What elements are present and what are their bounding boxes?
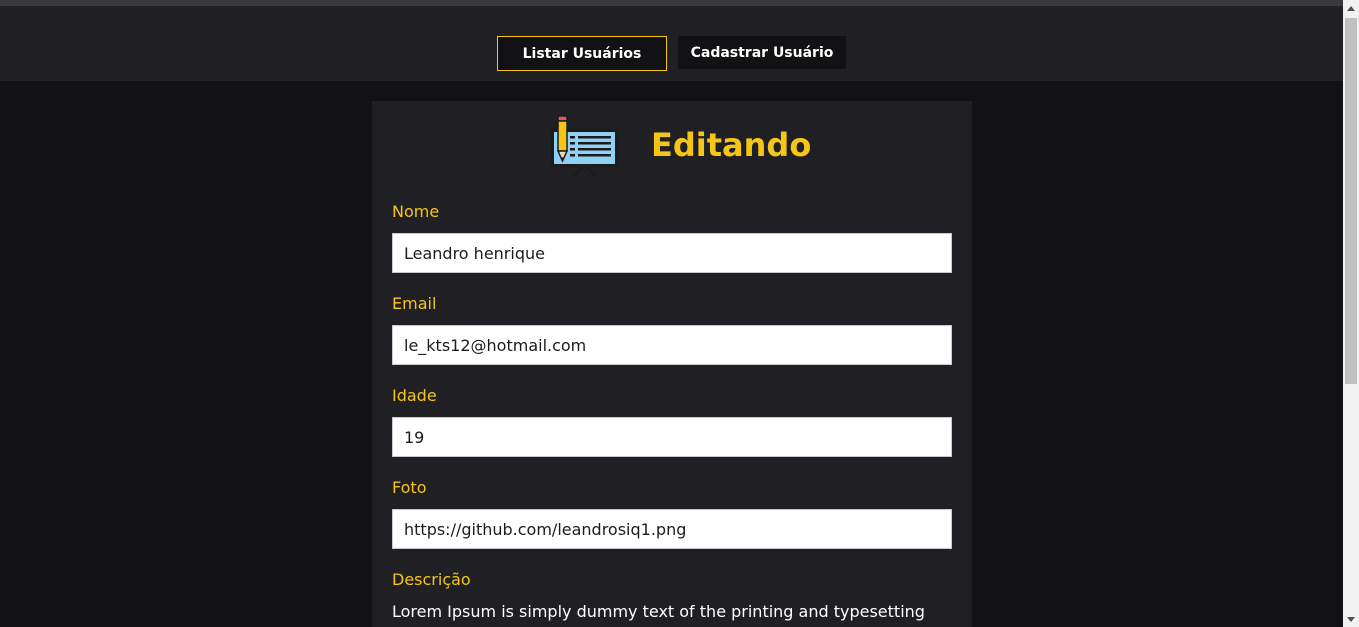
age-label: Idade xyxy=(392,386,437,405)
create-user-button[interactable]: Cadastrar Usuário xyxy=(678,36,846,69)
email-input[interactable] xyxy=(392,325,952,365)
top-navigation: Listar Usuários Cadastrar Usuário xyxy=(0,6,1343,81)
edit-document-icon xyxy=(551,115,618,177)
description-field[interactable]: Lorem Ipsum is simply dummy text of the … xyxy=(392,601,952,623)
form-heading: Editando xyxy=(372,111,972,183)
photo-label: Foto xyxy=(392,478,427,497)
vertical-scrollbar[interactable] xyxy=(1343,0,1359,627)
description-label: Descrição xyxy=(392,570,471,589)
photo-input[interactable] xyxy=(392,509,952,549)
name-label: Nome xyxy=(392,202,440,221)
scroll-down-arrow-icon[interactable] xyxy=(1343,611,1359,627)
list-users-button[interactable]: Listar Usuários xyxy=(497,36,667,71)
name-input[interactable] xyxy=(392,233,952,273)
email-label: Email xyxy=(392,294,437,313)
scroll-thumb[interactable] xyxy=(1345,18,1357,384)
edit-user-form: Editando Nome Email Idade Foto Descrição… xyxy=(372,101,972,627)
age-input[interactable] xyxy=(392,417,952,457)
scroll-up-arrow-icon[interactable] xyxy=(1343,0,1359,16)
page-title: Editando xyxy=(651,126,812,164)
